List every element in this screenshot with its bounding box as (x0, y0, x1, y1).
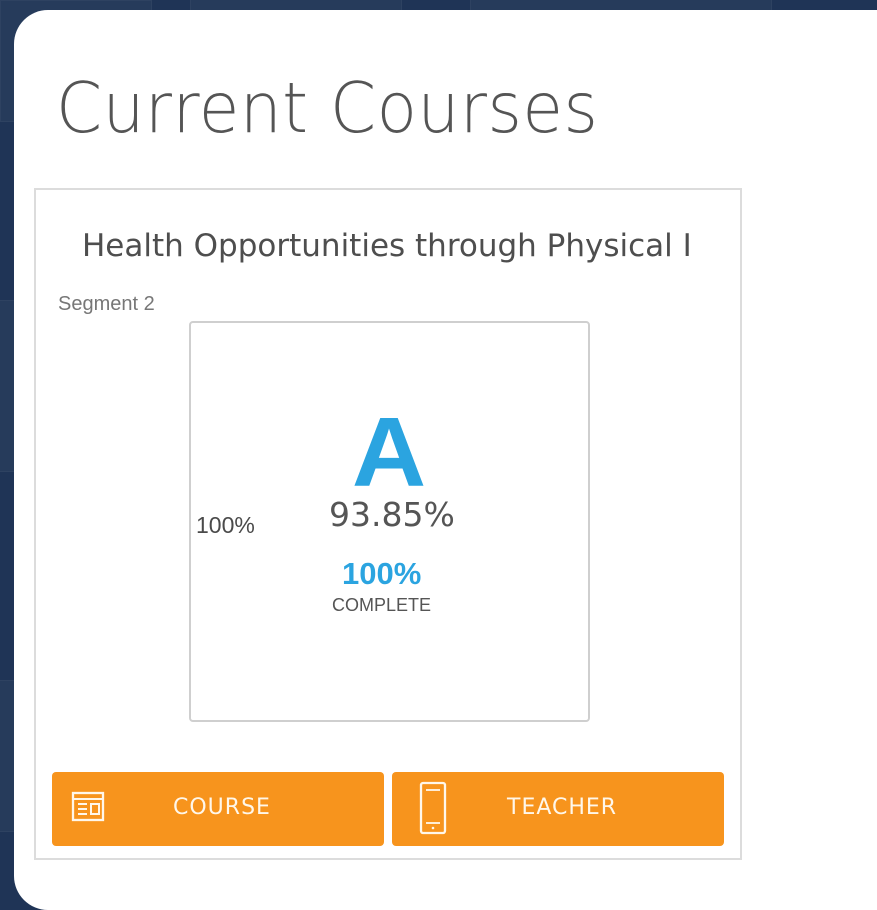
grade-percentage: 93.85% (329, 495, 455, 534)
segment-label: Segment 2 (58, 293, 155, 315)
grade-letter: A (351, 397, 427, 507)
mobile-phone-icon (418, 781, 448, 839)
teacher-button-label: TEACHER (507, 795, 618, 820)
progress-percentage: 100% (196, 512, 255, 538)
course-button-label: COURSE (173, 795, 271, 820)
course-title: Health Opportunities through Physical I (82, 228, 692, 264)
completion-label: COMPLETE (332, 595, 432, 615)
page-title: Current Courses (56, 68, 599, 150)
current-courses-panel: Current Courses Health Opportunities thr… (14, 10, 877, 910)
grade-summary-box: 100% A 93.85% 100% COMPLETE (189, 321, 590, 722)
course-button[interactable]: COURSE (52, 772, 384, 846)
teacher-button[interactable]: TEACHER (392, 772, 724, 846)
completion-percentage: 100% (342, 556, 422, 591)
browser-window-icon (70, 789, 106, 829)
course-card: Health Opportunities through Physical I … (34, 188, 742, 860)
